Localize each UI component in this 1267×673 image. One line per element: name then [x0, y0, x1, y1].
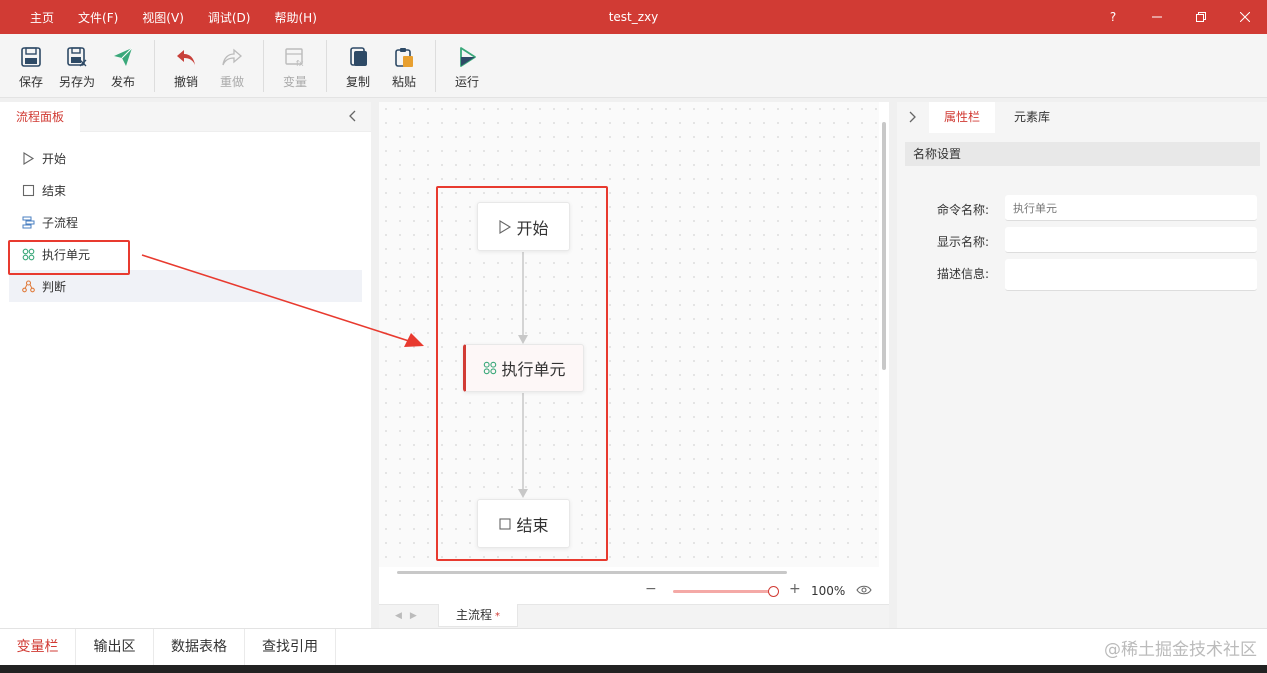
modified-indicator: *	[495, 611, 500, 622]
tab-flow-panel[interactable]: 流程面板	[0, 102, 80, 133]
flow-panel-tabs: 流程面板	[0, 102, 371, 133]
decision-icon	[22, 279, 35, 292]
tab-data-table[interactable]: 数据表格	[154, 629, 245, 666]
command-name-input[interactable]	[1005, 195, 1257, 221]
annotation-box-list	[8, 240, 130, 275]
menu-view[interactable]: 视图(V)	[130, 9, 196, 26]
toolbar-separator	[154, 40, 155, 92]
menu-help[interactable]: 帮助(H)	[262, 9, 328, 26]
square-outline-icon	[22, 184, 35, 196]
command-name-label: 命令名称:	[937, 203, 990, 217]
zoom-level: 100%	[811, 584, 846, 598]
minimize-icon	[1152, 16, 1162, 18]
run-button[interactable]: 运行	[444, 34, 490, 98]
tab-main-flow[interactable]: 主流程 *	[438, 604, 518, 627]
taskbar-strip	[0, 665, 1267, 673]
variable-icon: fx	[285, 48, 304, 68]
title-bar: 主页 文件(F) 视图(V) 调试(D) 帮助(H) test_zxy ?	[0, 0, 1267, 34]
tab-find-references[interactable]: 查找引用	[245, 629, 336, 666]
save-icon	[21, 47, 41, 67]
window-controls: ?	[1091, 0, 1267, 34]
properties-panel: 属性栏 元素库 名称设置 命令名称: 显示名称: 描述信息:	[897, 102, 1267, 628]
minimize-button[interactable]	[1135, 0, 1179, 34]
section-header: 名称设置	[905, 142, 1260, 166]
redo-icon	[222, 48, 242, 66]
play-outline-icon	[23, 151, 35, 165]
watermark: @稀土掘金技术社区	[1104, 640, 1257, 660]
design-canvas-area: 开始 执行单元 结束 − + 100% ◀▶ 主流程 *	[379, 102, 889, 628]
copy-icon	[350, 47, 367, 66]
flow-tab-nav[interactable]: ◀▶	[395, 611, 425, 621]
node-item-label: 开始	[42, 151, 67, 166]
description-input[interactable]	[1005, 259, 1257, 291]
copy-button[interactable]: 复制	[335, 34, 381, 98]
node-item-start[interactable]: 开始	[0, 142, 371, 174]
description-label: 描述信息:	[937, 267, 990, 281]
zoom-out-button[interactable]: −	[645, 581, 657, 597]
node-item-end[interactable]: 结束	[0, 174, 371, 206]
variable-button[interactable]: fx 变量	[272, 34, 318, 98]
node-item-subflow[interactable]: 子流程	[0, 206, 371, 238]
tab-element-library[interactable]: 元素库	[999, 102, 1065, 133]
bottom-tab-bar: 变量栏 输出区 数据表格 查找引用 @稀土掘金技术社区	[0, 628, 1267, 666]
menu-debug[interactable]: 调试(D)	[196, 9, 263, 26]
toolbar-separator	[263, 40, 264, 92]
toolbar-separator	[435, 40, 436, 92]
publish-button[interactable]: 发布	[100, 34, 146, 98]
node-item-label: 结束	[42, 183, 67, 198]
clipboard-icon	[395, 48, 413, 67]
run-icon	[460, 47, 476, 67]
close-icon	[1240, 12, 1250, 22]
paper-plane-icon	[114, 47, 133, 66]
save-as-icon	[67, 47, 87, 67]
annotation-box-canvas	[436, 186, 608, 561]
save-as-button[interactable]: 另存为	[54, 34, 100, 98]
restore-icon	[1196, 12, 1206, 22]
design-canvas[interactable]: 开始 执行单元 结束	[379, 102, 879, 567]
subflow-icon	[22, 216, 35, 228]
flow-tabs: ◀▶ 主流程 *	[379, 604, 889, 628]
flow-panel: 流程面板 开始 结束 子流程 执行单元 判断	[0, 102, 371, 628]
menu-home[interactable]: 主页	[18, 9, 66, 26]
horizontal-scrollbar[interactable]	[379, 567, 889, 577]
vertical-scrollbar-thumb[interactable]	[882, 122, 886, 370]
horizontal-scrollbar-thumb[interactable]	[397, 571, 787, 574]
help-button[interactable]: ?	[1091, 0, 1135, 34]
vertical-scrollbar[interactable]	[879, 102, 889, 567]
description-row: 描述信息:	[897, 259, 1267, 291]
zoom-in-button[interactable]: +	[789, 581, 801, 597]
node-item-label: 子流程	[42, 215, 79, 230]
undo-button[interactable]: 撤销	[163, 34, 209, 98]
zoom-slider-handle[interactable]	[768, 586, 779, 597]
zoom-bar: − + 100%	[379, 577, 889, 604]
chevron-right-icon[interactable]	[905, 110, 919, 124]
display-name-label: 显示名称:	[937, 235, 990, 249]
command-name-row: 命令名称:	[897, 195, 1267, 223]
chevron-left-icon[interactable]	[345, 108, 361, 124]
menu-file[interactable]: 文件(F)	[66, 9, 130, 26]
display-name-input[interactable]	[1005, 227, 1257, 253]
toolbar-separator	[326, 40, 327, 92]
close-button[interactable]	[1223, 0, 1267, 34]
paste-button[interactable]: 粘贴	[381, 34, 427, 98]
tab-output[interactable]: 输出区	[76, 629, 154, 666]
properties-tabs: 属性栏 元素库	[897, 102, 1267, 134]
save-button[interactable]: 保存	[8, 34, 54, 98]
eye-icon[interactable]	[856, 584, 872, 596]
toolbar: 保存 另存为 发布 撤销 重做 fx 变量 复制 粘贴 运行	[0, 34, 1267, 98]
tab-properties[interactable]: 属性栏	[929, 102, 995, 133]
menu-bar: 主页 文件(F) 视图(V) 调试(D) 帮助(H)	[18, 0, 329, 34]
zoom-slider[interactable]	[673, 590, 773, 593]
restore-button[interactable]	[1179, 0, 1223, 34]
undo-icon	[177, 50, 195, 65]
tab-variables[interactable]: 变量栏	[0, 629, 76, 666]
node-list: 开始 结束 子流程 执行单元 判断	[0, 132, 371, 302]
node-item-label: 判断	[42, 279, 67, 294]
svg-text:fx: fx	[296, 59, 304, 68]
display-name-row: 显示名称:	[897, 227, 1267, 255]
redo-button[interactable]: 重做	[209, 34, 255, 98]
